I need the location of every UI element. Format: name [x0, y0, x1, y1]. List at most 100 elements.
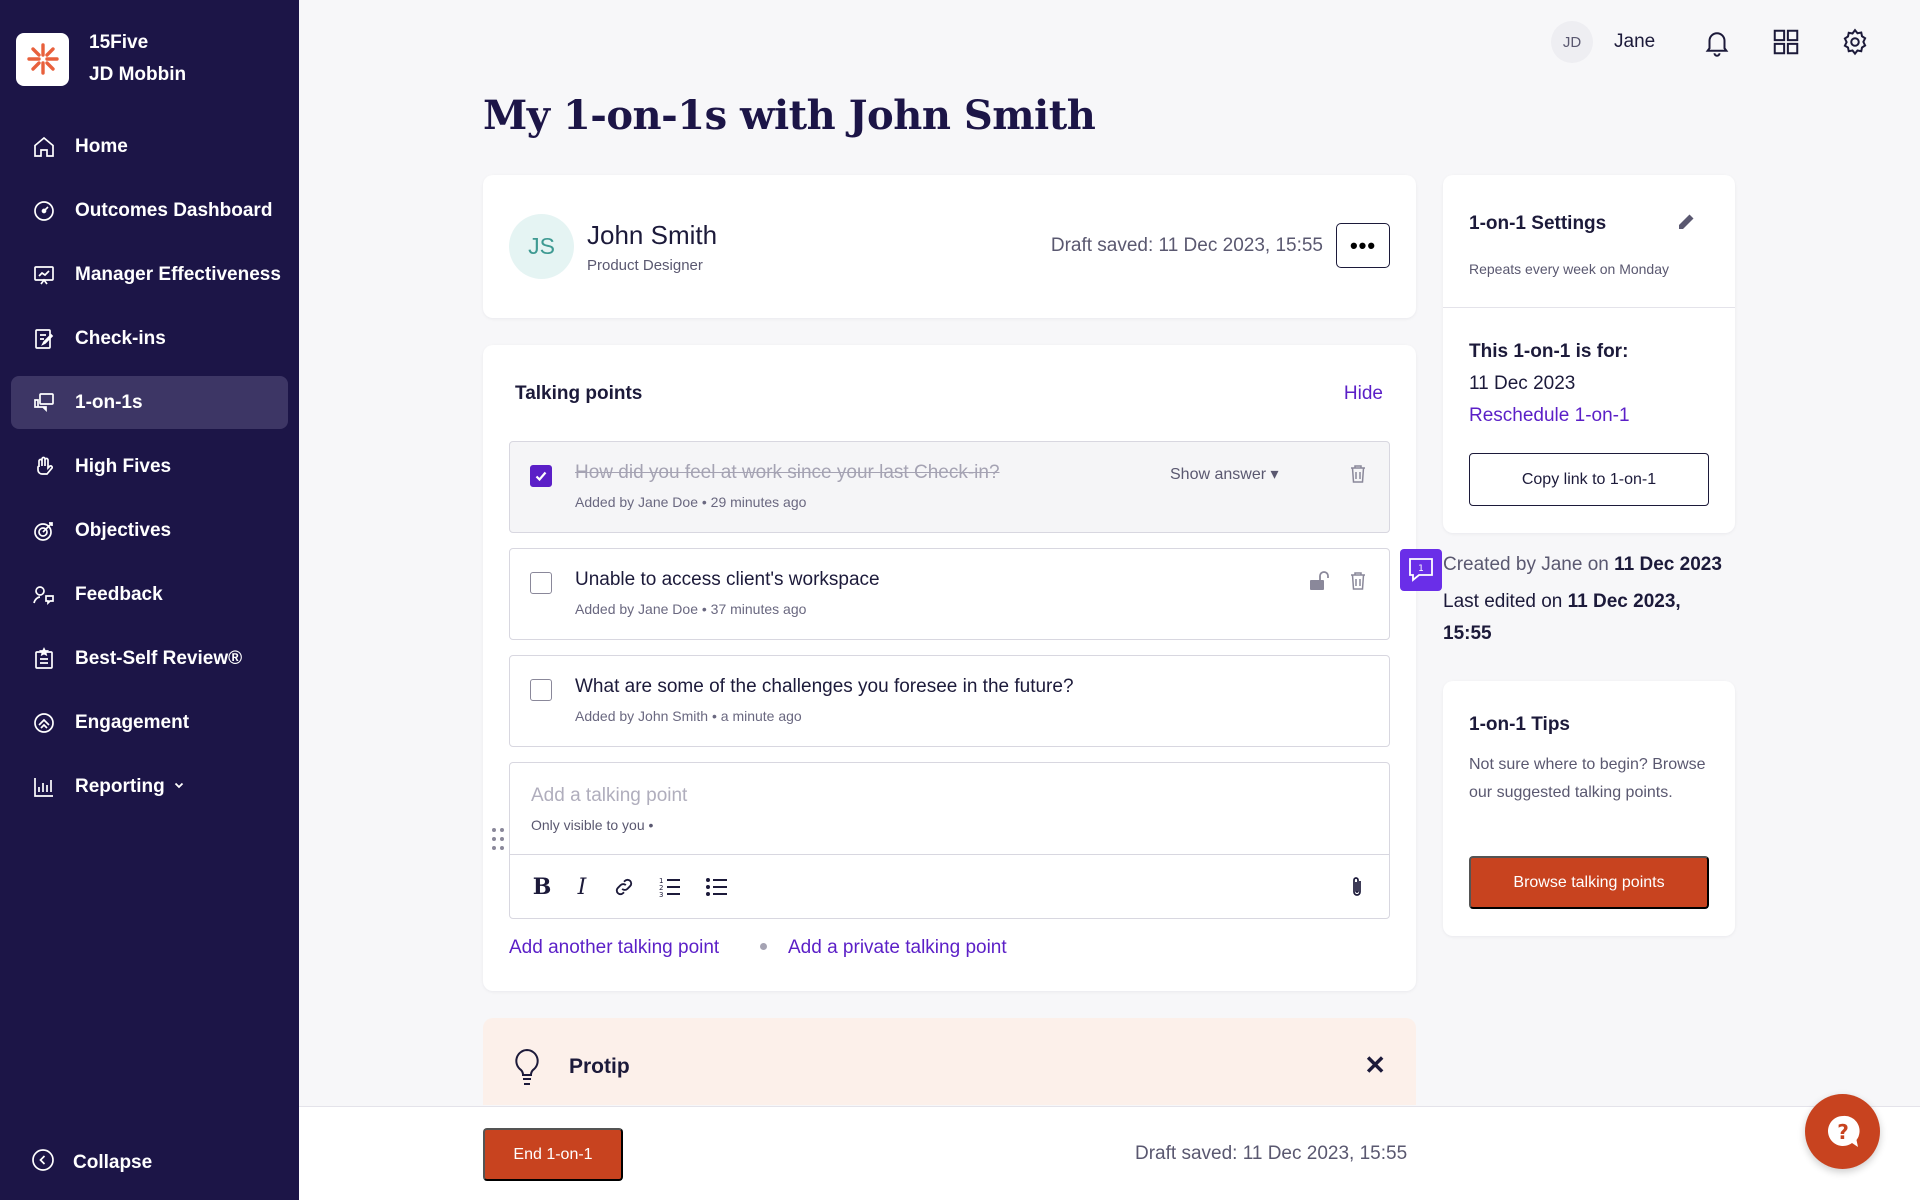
tips-body: Not sure where to begin? Browse our sugg…	[1469, 756, 1706, 801]
comment-icon: 1	[1409, 558, 1433, 582]
sidebar-item-objectives[interactable]: Objectives	[11, 504, 288, 557]
link-icon[interactable]	[610, 873, 638, 901]
created-info: Created by Jane on 11 Dec 2023	[1443, 551, 1722, 579]
reschedule-link[interactable]: Reschedule 1-on-1	[1469, 405, 1630, 427]
bar-chart-icon	[31, 774, 57, 800]
sidebar-item-label: Reporting	[75, 775, 165, 797]
draft-saved-status: Draft saved: 11 Dec 2023, 15:55	[1135, 1143, 1408, 1164]
settings-title: 1-on-1 Settings	[1469, 213, 1607, 234]
sidebar-item-label: Feedback	[75, 583, 163, 605]
apps-grid-icon[interactable]	[1769, 25, 1803, 59]
drag-handle-icon[interactable]	[491, 827, 505, 851]
talking-point-text: Unable to access client's workspace	[575, 569, 880, 590]
one-on-one-settings-card: 1-on-1 Settings Repeats every week on Mo…	[1443, 175, 1735, 533]
sidebar-item-label: Engagement	[75, 711, 190, 733]
user-avatar[interactable]: JD	[1551, 21, 1593, 63]
bold-icon[interactable]: B	[528, 873, 556, 901]
italic-icon[interactable]: I	[568, 873, 596, 901]
copy-link-button[interactable]: Copy link to 1-on-1	[1469, 453, 1709, 506]
browse-talking-points-button[interactable]: Browse talking points	[1469, 856, 1709, 909]
protip-title: Protip	[569, 1055, 630, 1078]
divider	[1443, 307, 1735, 308]
more-options-button[interactable]: •••	[1336, 223, 1390, 268]
review-clipboard-icon	[31, 646, 57, 672]
add-another-talking-point-link[interactable]: Add another talking point	[509, 937, 719, 959]
talking-point-checkbox[interactable]	[530, 679, 552, 701]
visibility-note: Only visible to you •	[531, 817, 654, 833]
comment-count-badge[interactable]: 1	[1400, 549, 1442, 591]
page-title: My 1-on-1s with John Smith	[483, 92, 1096, 139]
sidebar-item-feedback[interactable]: Feedback	[11, 568, 288, 621]
sidebar-item-reporting[interactable]: Reporting	[11, 760, 288, 813]
trash-icon[interactable]	[1349, 571, 1367, 591]
talking-points-card: Talking points Hide How did you feel at …	[483, 345, 1416, 991]
add-talking-point-editor[interactable]: Add a talking point Only visible to you …	[509, 762, 1390, 919]
tips-title: 1-on-1 Tips	[1469, 714, 1570, 735]
talking-point-meta: Added by John Smith • a minute ago	[575, 708, 802, 724]
meeting-date: 11 Dec 2023	[1469, 373, 1576, 394]
edit-pencil-icon[interactable]	[1677, 213, 1695, 231]
person-name: John Smith	[587, 220, 718, 250]
brand[interactable]: 15Five JD Mobbin	[16, 27, 186, 91]
sidebar-item-home[interactable]: Home	[11, 120, 288, 173]
numbered-list-icon[interactable]: 123	[656, 873, 684, 901]
engagement-icon	[31, 710, 57, 736]
talking-point-text: What are some of the challenges you fore…	[575, 676, 1074, 697]
svg-text:?: ?	[1837, 1120, 1849, 1144]
sidebar-item-engagement[interactable]: Engagement	[11, 696, 288, 749]
add-talking-point-input[interactable]: Add a talking point	[531, 785, 687, 807]
talking-point-item[interactable]: How did you feel at work since your last…	[509, 441, 1390, 533]
user-menu-name[interactable]: Jane	[1614, 31, 1655, 53]
person-header-card: JS John Smith Product Designer Draft sav…	[483, 175, 1416, 318]
close-icon[interactable]: ✕	[1364, 1050, 1386, 1081]
repeat-schedule: Repeats every week on Monday	[1469, 261, 1669, 277]
talking-point-checkbox[interactable]	[530, 572, 552, 594]
sidebar-item-label: High Fives	[75, 455, 172, 477]
sidebar-nav: Home Outcomes Dashboard Manager Effectiv…	[11, 120, 288, 824]
current-user-name: JD Mobbin	[89, 64, 187, 85]
tips-card: 1-on-1 Tips Not sure where to begin? Bro…	[1443, 681, 1735, 936]
sidebar-item-1-on-1s[interactable]: 1-on-1s	[11, 376, 288, 429]
sidebar-item-manager-effectiveness[interactable]: Manager Effectiveness	[11, 248, 288, 301]
talking-point-item[interactable]: Unable to access client's workspace Adde…	[509, 548, 1390, 640]
collapse-label: Collapse	[73, 1151, 153, 1173]
unlock-icon[interactable]	[1309, 570, 1329, 592]
collapse-sidebar-button[interactable]: Collapse	[31, 1148, 152, 1177]
talking-points-title: Talking points	[515, 383, 643, 404]
notifications-bell-icon[interactable]	[1700, 25, 1734, 59]
help-chat-button[interactable]: ?	[1805, 1094, 1880, 1169]
hide-talking-points-button[interactable]: Hide	[1344, 383, 1383, 405]
show-answer-toggle[interactable]: Show answer ▾	[1170, 464, 1279, 484]
sidebar-item-label: Manager Effectiveness	[75, 263, 281, 285]
settings-gear-icon[interactable]	[1838, 25, 1872, 59]
created-date: 11 Dec 2023	[1614, 554, 1722, 575]
last-edited-info: Last edited on 11 Dec 2023, 15:55	[1443, 586, 1733, 650]
chat-bubbles-icon	[31, 390, 57, 416]
separator-dot	[760, 943, 767, 950]
sidebar-item-best-self-review[interactable]: Best-Self Review®	[11, 632, 288, 685]
sidebar-item-label: 1-on-1s	[75, 391, 143, 413]
sidebar-item-check-ins[interactable]: Check-ins	[11, 312, 288, 365]
sidebar-item-high-fives[interactable]: High Fives	[11, 440, 288, 493]
feedback-person-icon	[31, 582, 57, 608]
talking-point-meta: Added by Jane Doe • 29 minutes ago	[575, 494, 807, 510]
editor-toolbar: B I 123	[510, 854, 1389, 918]
bullet-list-icon[interactable]	[703, 873, 731, 901]
person-avatar: JS	[509, 214, 574, 279]
sidebar-item-outcomes-dashboard[interactable]: Outcomes Dashboard	[11, 184, 288, 237]
chart-presentation-icon	[31, 262, 57, 288]
bottom-action-bar: End 1-on-1 Draft saved: 11 Dec 2023, 15:…	[299, 1106, 1920, 1200]
end-1-on-1-button[interactable]: End 1-on-1	[483, 1128, 623, 1181]
trash-icon[interactable]	[1349, 464, 1367, 484]
add-private-talking-point-link[interactable]: Add a private talking point	[788, 937, 1007, 959]
sidebar-item-label: Home	[75, 135, 128, 157]
chevron-down-icon	[173, 778, 185, 796]
help-question-icon: ?	[1827, 1115, 1860, 1147]
created-prefix: Created by Jane on	[1443, 554, 1615, 575]
attachment-paperclip-icon[interactable]	[1343, 873, 1371, 901]
talking-point-checkbox[interactable]	[530, 465, 552, 487]
protip-banner: Protip ✕	[483, 1018, 1416, 1105]
15five-logo-icon	[16, 32, 69, 86]
talking-point-item[interactable]: What are some of the challenges you fore…	[509, 655, 1390, 747]
talking-point-meta: Added by Jane Doe • 37 minutes ago	[575, 601, 807, 617]
